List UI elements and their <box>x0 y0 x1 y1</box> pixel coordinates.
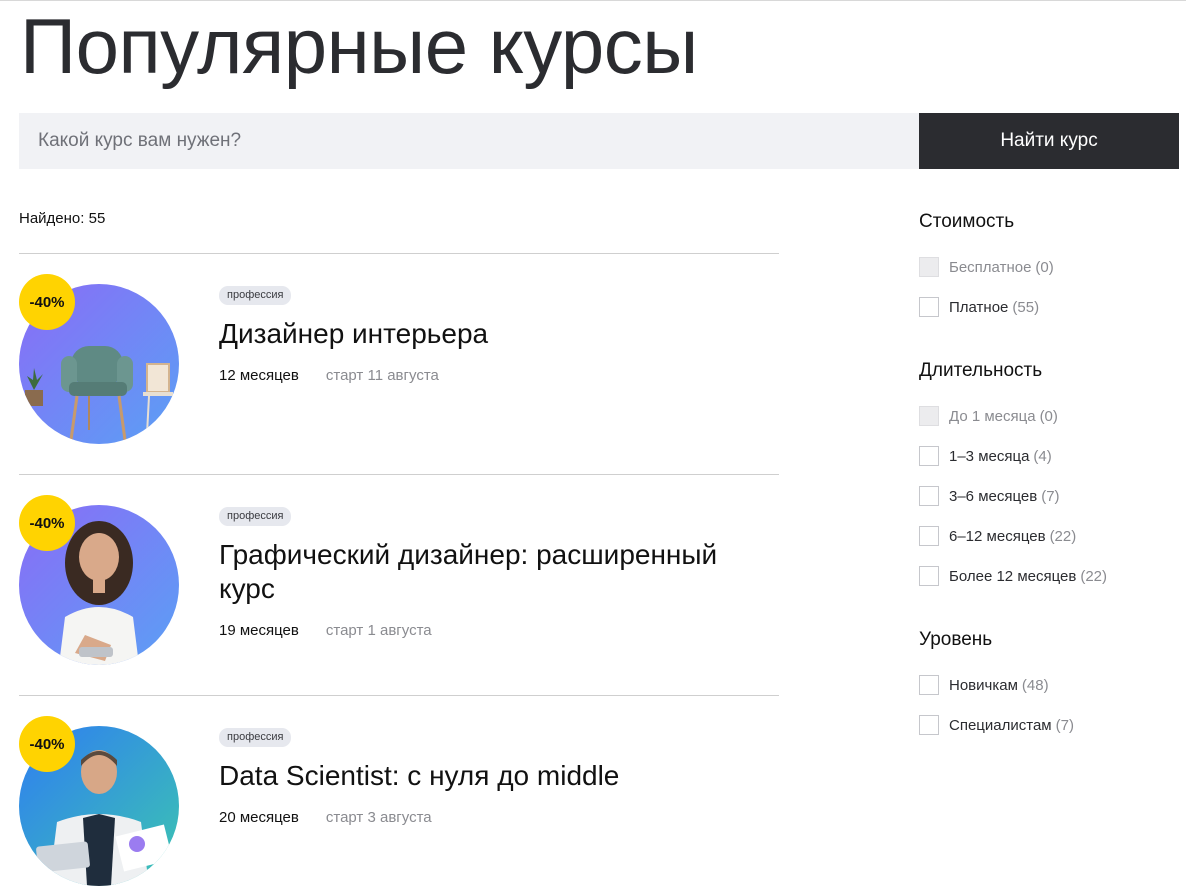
course-tag: профессия <box>219 507 292 526</box>
filter-option-specialists[interactable]: Специалистам (7) <box>919 705 1179 745</box>
filter-option-count: (4) <box>1033 447 1052 465</box>
checkbox[interactable] <box>919 566 939 586</box>
course-tag: профессия <box>219 286 292 305</box>
results-count: Найдено: 55 <box>19 210 106 227</box>
filter-option-label: До 1 месяца <box>949 407 1036 425</box>
course-card[interactable]: -40% профессия Графический дизайнер: рас… <box>19 474 779 695</box>
discount-badge: -40% <box>19 495 75 551</box>
filter-option-under-1-month: До 1 месяца (0) <box>919 396 1179 436</box>
page-title: Популярные курсы <box>20 2 698 90</box>
checkbox[interactable] <box>919 486 939 506</box>
filter-option-free: Бесплатное (0) <box>919 247 1179 287</box>
filter-group-level: Уровень Новичкам (48) Специалистам (7) <box>919 627 1179 745</box>
course-duration: 19 месяцев <box>219 622 299 639</box>
checkbox <box>919 406 939 426</box>
checkbox[interactable] <box>919 526 939 546</box>
course-start-date: старт 1 августа <box>325 622 432 639</box>
course-card[interactable]: -40% профессия Дизайнер интерьера 12 мес… <box>19 253 779 474</box>
filter-option-paid[interactable]: Платное (55) <box>919 287 1179 327</box>
filter-option-label: Более 12 месяцев <box>949 567 1077 585</box>
filter-option-count: (7) <box>1055 716 1074 734</box>
checkbox[interactable] <box>919 297 939 317</box>
filter-option-label: 1–3 месяца <box>949 447 1030 465</box>
filter-option-count: (0) <box>1039 407 1058 425</box>
filter-option-count: (0) <box>1035 258 1054 276</box>
course-tag: профессия <box>219 728 292 747</box>
course-card[interactable]: -40% профессия Data Scientist: с нуля до… <box>19 695 779 891</box>
filters-sidebar: Стоимость Бесплатное (0) Платное (55) Дл… <box>919 209 1179 776</box>
checkbox <box>919 257 939 277</box>
filter-option-count: (48) <box>1021 676 1049 694</box>
checkbox[interactable] <box>919 675 939 695</box>
top-divider <box>0 0 1186 1</box>
find-course-button[interactable]: Найти курс <box>919 113 1179 169</box>
filter-option-label: Бесплатное <box>949 258 1032 276</box>
course-start-date: старт 3 августа <box>325 809 432 826</box>
filter-group-price: Стоимость Бесплатное (0) Платное (55) <box>919 209 1179 327</box>
filter-option-count: (22) <box>1049 527 1077 545</box>
filter-option-beginners[interactable]: Новичкам (48) <box>919 665 1179 705</box>
filter-option-label: Платное <box>949 298 1009 316</box>
filter-heading: Длительность <box>919 360 1043 381</box>
course-duration: 12 месяцев <box>219 367 299 384</box>
filter-option-label: 3–6 месяцев <box>949 487 1038 505</box>
course-title[interactable]: Дизайнер интерьера <box>219 317 779 351</box>
filter-option-over-12-months[interactable]: Более 12 месяцев (22) <box>919 556 1179 596</box>
filter-option-count: (7) <box>1041 487 1060 505</box>
discount-badge: -40% <box>19 716 75 772</box>
filter-option-3-6-months[interactable]: 3–6 месяцев (7) <box>919 476 1179 516</box>
filter-option-label: Новичкам <box>949 676 1018 694</box>
course-start-date: старт 11 августа <box>325 367 439 384</box>
filter-option-label: 6–12 месяцев <box>949 527 1046 545</box>
filter-option-label: Специалистам <box>949 716 1052 734</box>
filter-heading: Уровень <box>919 629 993 650</box>
course-search-input[interactable] <box>19 113 919 169</box>
course-duration: 20 месяцев <box>219 809 299 826</box>
filter-option-1-3-months[interactable]: 1–3 месяца (4) <box>919 436 1179 476</box>
filter-heading: Стоимость <box>919 211 1015 232</box>
discount-badge: -40% <box>19 274 75 330</box>
filter-group-duration: Длительность До 1 месяца (0) 1–3 месяца … <box>919 358 1179 596</box>
course-list: -40% профессия Дизайнер интерьера 12 мес… <box>19 253 779 891</box>
checkbox[interactable] <box>919 446 939 466</box>
course-title[interactable]: Графический дизайнер: расширенный курс <box>219 538 779 606</box>
filter-option-6-12-months[interactable]: 6–12 месяцев (22) <box>919 516 1179 556</box>
filter-option-count: (22) <box>1080 567 1108 585</box>
checkbox[interactable] <box>919 715 939 735</box>
course-title[interactable]: Data Scientist: с нуля до middle <box>219 759 779 793</box>
filter-option-count: (55) <box>1012 298 1040 316</box>
